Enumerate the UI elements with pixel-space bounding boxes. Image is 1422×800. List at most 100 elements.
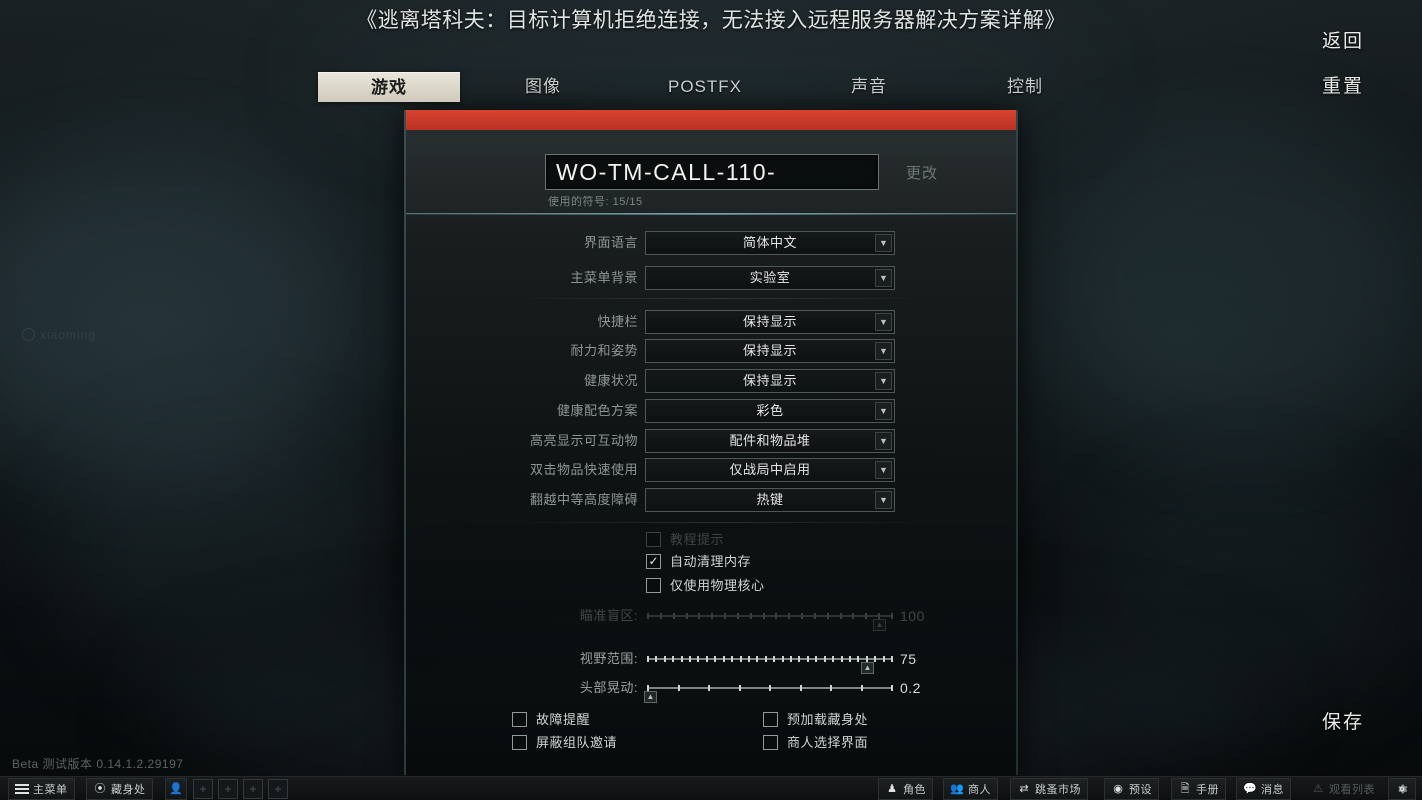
slider-tick <box>832 656 835 662</box>
slider-track-head-bobbing[interactable] <box>647 685 893 691</box>
taskbar-settings-button[interactable] <box>1388 778 1416 800</box>
taskbar-handbook[interactable]: 🗎 手册 <box>1171 778 1226 800</box>
chevron-down-icon: ▼ <box>875 372 892 390</box>
slider-tick <box>852 613 855 619</box>
slider-tick <box>747 656 750 662</box>
chevron-down-icon: ▼ <box>875 269 892 287</box>
taskbar-slot-3[interactable]: + <box>243 779 263 799</box>
slider-tick <box>781 656 784 662</box>
slider-tick <box>891 685 893 691</box>
taskbar-messenger[interactable]: 💬 消息 <box>1236 778 1291 800</box>
slider-tick <box>680 656 683 662</box>
nickname-section: WO-TM-CALL-110- 使用的符号: 15/15 更改 <box>406 130 1016 214</box>
taskbar-watchlist[interactable]: ⚠ 观看列表 <box>1305 778 1381 800</box>
watchlist-icon: ⚠ <box>1313 782 1323 795</box>
value-main-menu-background: 实验室 <box>749 270 791 285</box>
nickname-change-button[interactable]: 更改 <box>906 162 938 183</box>
label-field-of-view: 视野范围: <box>579 651 638 666</box>
slider-tick <box>647 613 649 619</box>
value-head-bobbing: 0.2 <box>900 680 921 696</box>
taskbar-slot-2[interactable]: + <box>218 779 238 799</box>
nickname-symbols-used-label: 使用的符号: 15/15 <box>548 196 643 208</box>
chevron-down-icon: ▼ <box>875 402 892 420</box>
dropdown-stamina-and-stance[interactable]: 保持显示 ▼ <box>645 339 895 363</box>
background-blur-right-lower <box>1080 480 1410 720</box>
label-aim-deadzone: 瞄准盲区: <box>579 608 638 623</box>
row-highlight-interactables: 高亮显示可互动物 配件和物品堆 ▼ <box>406 429 1020 453</box>
taskbar-character-label: 角色 <box>903 784 926 796</box>
taskbar-traders[interactable]: 👥 商人 <box>943 778 998 800</box>
slider-tick <box>714 656 717 662</box>
value-health-status: 保持显示 <box>742 373 797 388</box>
slider-handle-aim-deadzone[interactable]: ▲ <box>873 619 886 631</box>
slider-tick <box>769 685 771 691</box>
dropdown-interface-language[interactable]: 简体中文 ▼ <box>645 231 895 255</box>
tab-graphics[interactable]: 图像 <box>500 72 586 102</box>
article-title-overlay: 《逃离塔科夫：目标计算机拒绝连接，无法接入远程服务器解决方案详解》 <box>356 9 1066 32</box>
slider-tick <box>663 656 666 662</box>
slider-tick <box>813 613 816 619</box>
taskbar-presets[interactable]: ◉ 预设 <box>1104 778 1159 800</box>
slider-tick <box>756 656 759 662</box>
background-blur-left <box>0 150 360 480</box>
background-blur-left-lower <box>60 430 390 690</box>
taskbar-slot-1[interactable]: + <box>193 779 213 799</box>
checkbox-box-icon <box>763 712 778 727</box>
slider-track-aim-deadzone[interactable] <box>647 613 893 619</box>
slider-tick <box>722 656 725 662</box>
dropdown-quick-slots[interactable]: 保持显示 ▼ <box>645 310 895 334</box>
tab-sound[interactable]: 声音 <box>826 72 912 102</box>
reset-button[interactable]: 重置 <box>1322 71 1364 98</box>
taskbar-main-menu[interactable]: 主菜单 <box>8 778 75 800</box>
dropdown-health-color-scheme[interactable]: 彩色 ▼ <box>645 399 895 423</box>
label-vault-medium-obstacles: 翻越中等高度障碍 <box>529 492 638 507</box>
tab-game[interactable]: 游戏 <box>318 72 460 102</box>
row-health-status: 健康状况 保持显示 ▼ <box>406 369 1020 393</box>
taskbar-presets-label: 预设 <box>1129 784 1152 796</box>
presets-icon: ◉ <box>1113 782 1123 795</box>
slider-tick <box>775 613 778 619</box>
settings-panel: WO-TM-CALL-110- 使用的符号: 15/15 更改 界面语言 简体中… <box>404 110 1018 775</box>
slider-tick <box>798 656 801 662</box>
row-health-color-scheme: 健康配色方案 彩色 ▼ <box>406 399 1020 423</box>
value-quick-slots: 保持显示 <box>742 314 797 329</box>
dropdown-highlight-interactables[interactable]: 配件和物品堆 ▼ <box>645 429 895 453</box>
value-double-click-quick-use: 仅战局中启用 <box>729 462 811 477</box>
taskbar-traders-label: 商人 <box>968 784 991 796</box>
slider-tick <box>790 656 793 662</box>
taskbar-character-slot[interactable]: 👤 <box>165 778 187 800</box>
dropdown-health-status[interactable]: 保持显示 ▼ <box>645 369 895 393</box>
value-field-of-view: 75 <box>900 651 917 667</box>
slider-track-field-of-view[interactable] <box>647 656 893 662</box>
game-settings-screen: 《逃离塔科夫：目标计算机拒绝连接，无法接入远程服务器解决方案详解》 xiaomi… <box>0 0 1422 800</box>
nickname-input[interactable]: WO-TM-CALL-110- <box>545 154 879 190</box>
label-interface-language: 界面语言 <box>583 235 638 250</box>
background-blur-right <box>1040 120 1422 450</box>
taskbar-watchlist-label: 观看列表 <box>1329 784 1375 796</box>
slider-tick <box>860 685 863 691</box>
flea-market-icon: ⇄ <box>1019 782 1029 795</box>
slider-tick <box>891 656 893 662</box>
dropdown-main-menu-background[interactable]: 实验室 ▼ <box>645 266 895 290</box>
slider-handle-field-of-view[interactable]: ▲ <box>861 662 874 674</box>
value-vault-medium-obstacles: 热键 <box>756 492 784 507</box>
value-stamina-and-stance: 保持显示 <box>742 343 797 358</box>
messenger-icon: 💬 <box>1243 782 1257 795</box>
taskbar-slot-4[interactable]: + <box>268 779 288 799</box>
slider-tick <box>749 613 752 619</box>
dropdown-vault-medium-obstacles[interactable]: 热键 ▼ <box>645 488 895 512</box>
dropdown-double-click-quick-use[interactable]: 仅战局中启用 ▼ <box>645 458 895 482</box>
taskbar-hideout[interactable]: ⦿ 藏身处 <box>86 778 153 800</box>
tab-postfx[interactable]: POSTFX <box>650 72 760 102</box>
slider-tick <box>806 656 809 662</box>
tab-controls[interactable]: 控制 <box>982 72 1068 102</box>
taskbar-character[interactable]: ♟ 角色 <box>878 778 933 800</box>
taskbar-flea-market[interactable]: ⇄ 跳蚤市场 <box>1010 778 1088 800</box>
slider-tick <box>815 656 818 662</box>
slider-tick <box>685 613 688 619</box>
save-button[interactable]: 保存 <box>1322 707 1364 734</box>
slider-tick <box>762 613 765 619</box>
slider-tick <box>788 613 791 619</box>
taskbar-hideout-label: 藏身处 <box>111 784 146 796</box>
slider-handle-head-bobbing[interactable]: ▲ <box>644 691 657 703</box>
